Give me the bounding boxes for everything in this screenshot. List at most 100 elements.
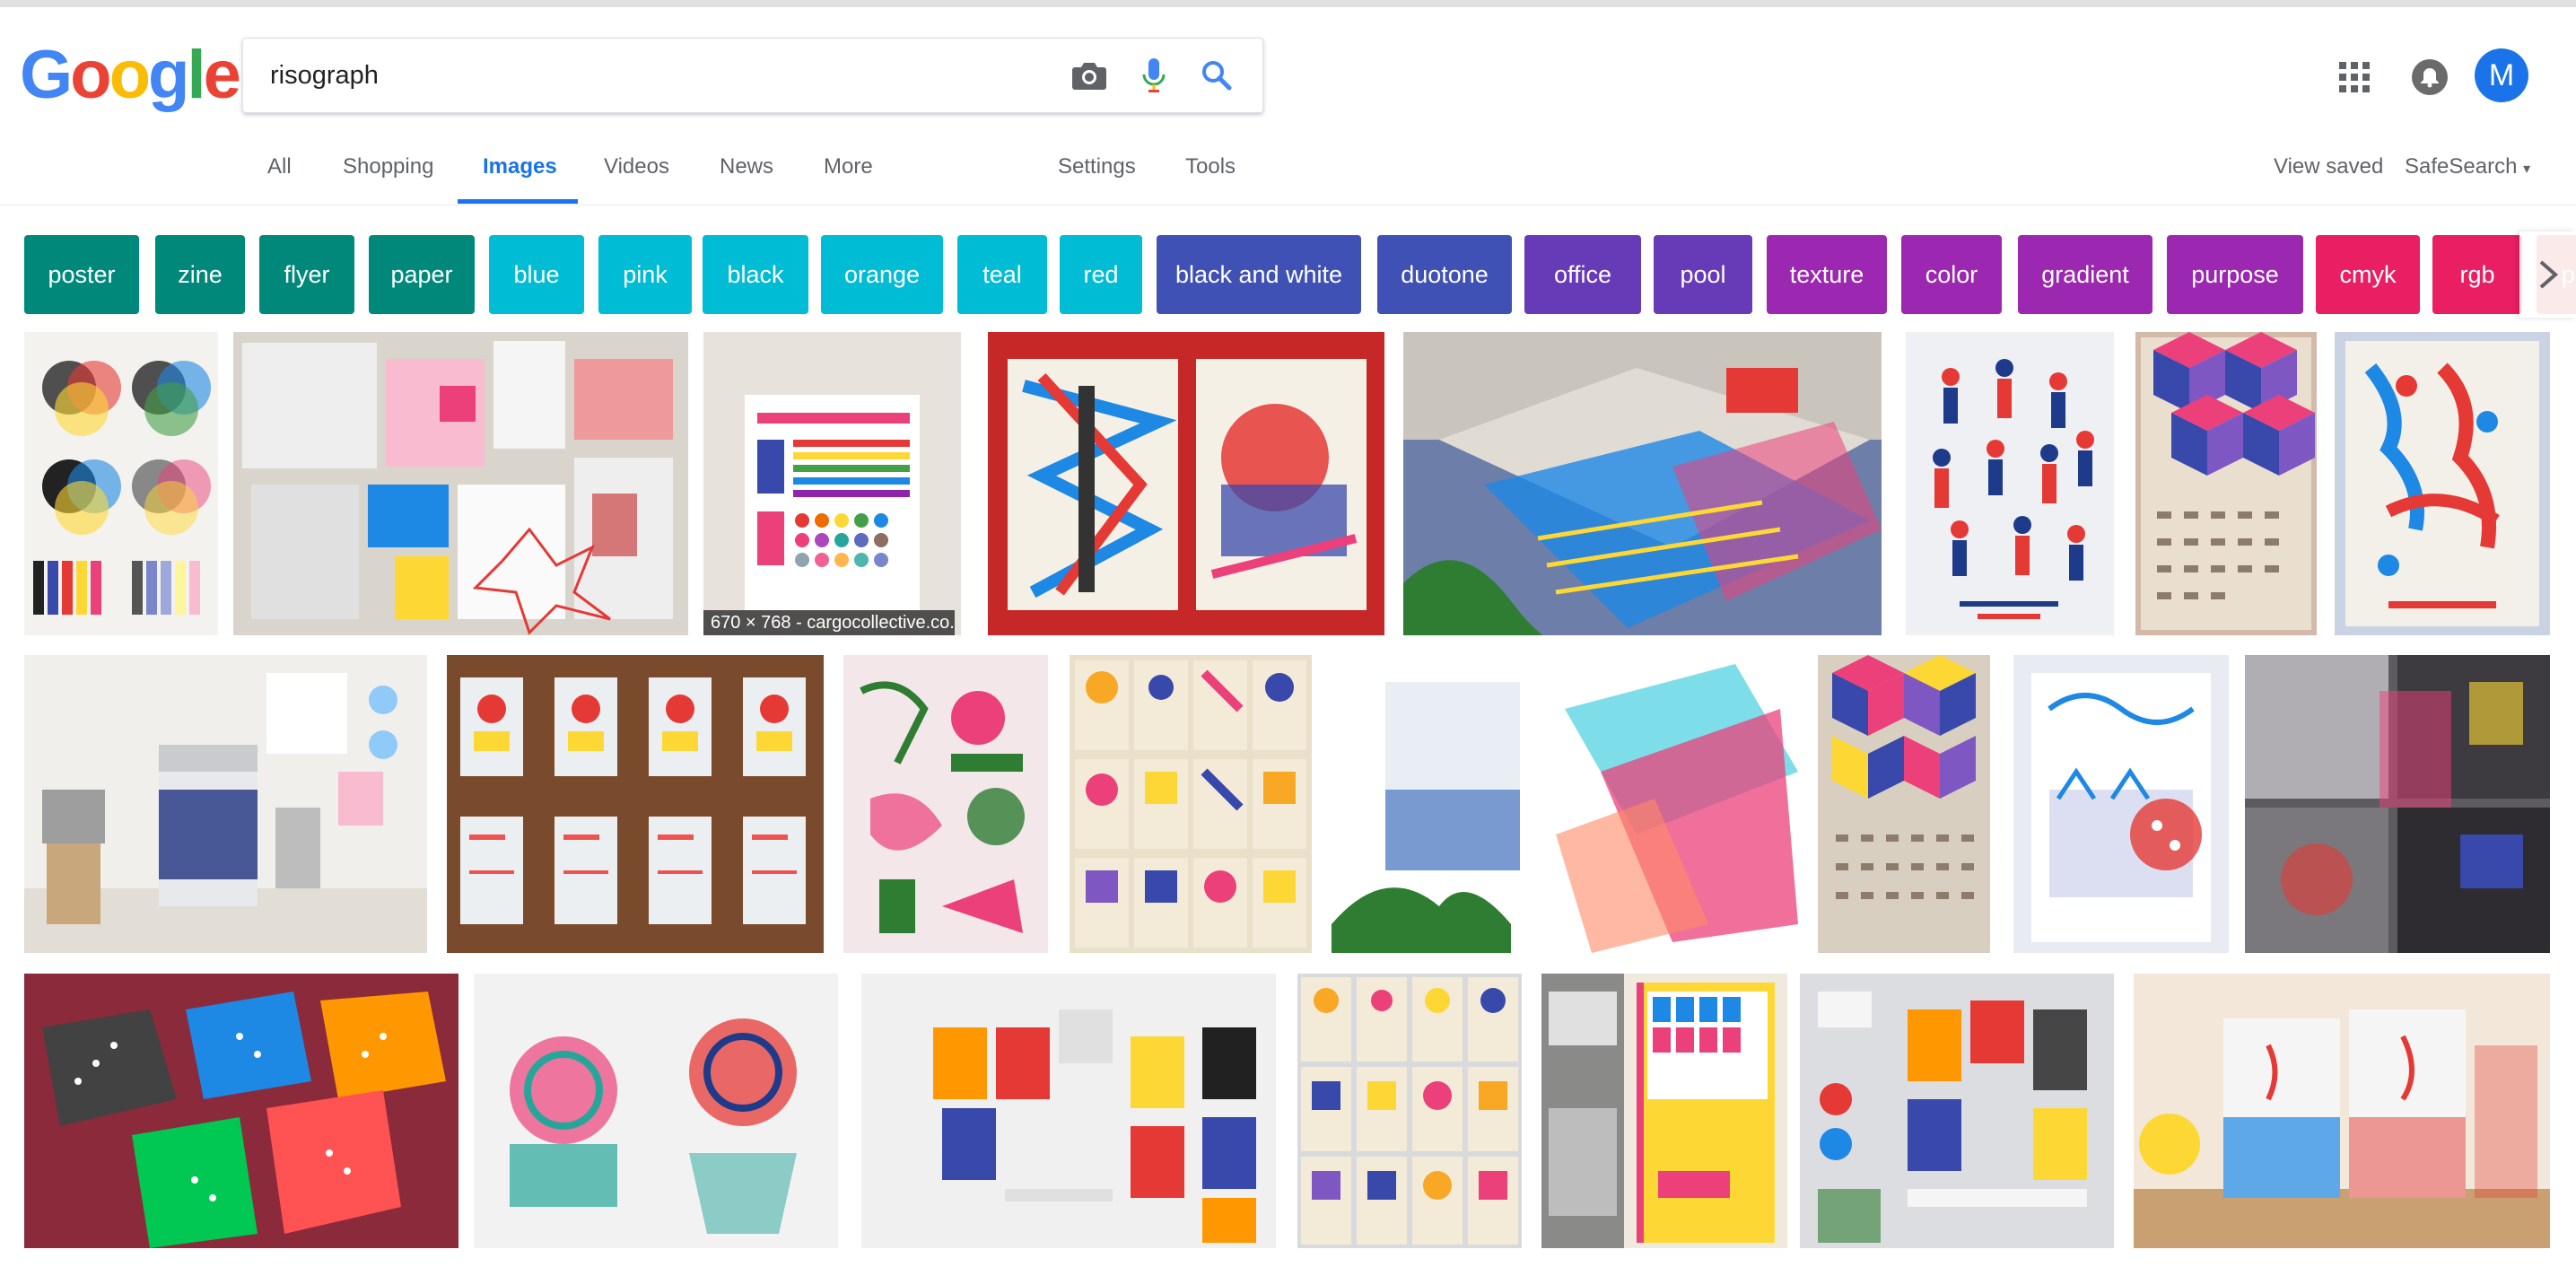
avatar[interactable]: M — [2475, 48, 2528, 102]
result-thumbnail — [24, 655, 427, 953]
chip[interactable]: red — [1060, 235, 1142, 314]
image-result[interactable] — [1800, 974, 2114, 1248]
chip[interactable]: flyer — [259, 235, 354, 314]
chip[interactable]: teal — [957, 235, 1047, 314]
image-size-caption: 670 × 768 - cargocollective.co... — [703, 610, 955, 635]
tab-news[interactable]: News — [720, 154, 773, 179]
result-thumbnail — [474, 974, 838, 1248]
bell-icon[interactable] — [2412, 59, 2448, 95]
image-result[interactable] — [1818, 655, 1990, 953]
image-result[interactable] — [2245, 655, 2550, 953]
chip-label: pink — [623, 260, 668, 288]
tab-shopping[interactable]: Shopping — [343, 154, 433, 179]
chip-label: duotone — [1401, 260, 1489, 288]
result-thumbnail — [1800, 974, 2114, 1248]
logo-letter: o — [70, 37, 111, 113]
image-result[interactable] — [24, 332, 218, 635]
chip[interactable]: texture — [1767, 235, 1887, 314]
active-tab-indicator — [458, 199, 578, 204]
chip[interactable]: color — [1901, 235, 2002, 314]
logo-letter: l — [187, 37, 205, 113]
result-thumbnail — [2335, 332, 2550, 635]
chip[interactable]: office — [1524, 235, 1641, 314]
chip-label: paper — [390, 260, 453, 288]
safesearch-menu[interactable]: SafeSearch ▾ — [2405, 154, 2530, 179]
result-thumbnail — [1541, 974, 1787, 1248]
chip[interactable]: pink — [598, 235, 692, 314]
safesearch-label: SafeSearch — [2405, 154, 2518, 179]
google-logo[interactable]: Google — [20, 36, 241, 114]
chip-label: cmyk — [2339, 260, 2397, 288]
chip[interactable]: rgb — [2432, 235, 2522, 314]
chip[interactable]: gradient — [2018, 235, 2152, 314]
logo-letter: e — [203, 37, 241, 113]
image-result[interactable] — [233, 332, 688, 635]
image-result[interactable]: 670 × 768 - cargocollective.co... — [703, 332, 961, 635]
chip[interactable]: black — [703, 235, 808, 314]
tab-tools[interactable]: Tools — [1185, 154, 1236, 179]
chip[interactable]: paper — [369, 235, 475, 314]
search-icon[interactable] — [1196, 55, 1237, 96]
result-thumbnail — [2245, 655, 2550, 953]
chip[interactable]: cmyk — [2316, 235, 2420, 314]
tab-all[interactable]: All — [267, 154, 292, 179]
logo-letter: o — [109, 37, 151, 113]
result-thumbnail — [861, 974, 1276, 1248]
view-saved-link[interactable]: View saved — [2274, 154, 2383, 179]
tab-videos[interactable]: Videos — [604, 154, 669, 179]
image-result[interactable] — [24, 655, 427, 953]
result-thumbnail — [703, 332, 961, 635]
search-tabs-bar: All Shopping Images Videos News More Set… — [0, 135, 2576, 205]
chip-label: pool — [1680, 260, 1726, 288]
image-result[interactable] — [2013, 655, 2229, 953]
apps-grid-icon[interactable] — [2338, 61, 2371, 93]
image-result[interactable] — [1906, 332, 2114, 635]
chip[interactable]: orange — [821, 235, 943, 314]
image-result[interactable] — [1541, 974, 1787, 1248]
image-result[interactable] — [2135, 332, 2317, 635]
chip[interactable]: black and white — [1157, 235, 1361, 314]
image-result[interactable] — [447, 655, 824, 953]
image-result[interactable] — [24, 974, 458, 1248]
result-thumbnail — [1403, 332, 1882, 635]
chip[interactable]: purpose — [2167, 235, 2303, 314]
chip[interactable]: poster — [24, 235, 139, 314]
chip[interactable]: pool — [1654, 235, 1752, 314]
result-thumbnail — [2135, 332, 2317, 635]
result-thumbnail — [2134, 974, 2550, 1248]
image-result[interactable] — [861, 974, 1276, 1248]
result-thumbnail — [233, 332, 688, 635]
logo-letter: g — [148, 37, 189, 113]
chip-label: texture — [1789, 260, 1864, 288]
chip-label: red — [1083, 260, 1119, 288]
result-thumbnail — [24, 974, 458, 1248]
avatar-letter: M — [2488, 57, 2515, 92]
tab-settings[interactable]: Settings — [1058, 154, 1136, 179]
image-result[interactable] — [1070, 655, 1312, 953]
image-result[interactable] — [1403, 332, 1882, 635]
mic-icon[interactable] — [1133, 55, 1174, 96]
image-result[interactable] — [2335, 332, 2550, 635]
camera-icon[interactable] — [1069, 55, 1110, 96]
tab-images[interactable]: Images — [483, 154, 557, 179]
chevron-right-icon[interactable] — [2519, 232, 2576, 318]
chip[interactable]: zine — [155, 235, 245, 314]
chip[interactable]: blue — [489, 235, 584, 314]
image-result[interactable] — [1332, 655, 1798, 953]
chip-label: gradient — [2041, 260, 2129, 288]
image-result[interactable] — [843, 655, 1048, 953]
search-input[interactable] — [268, 51, 1043, 100]
chip[interactable]: duotone — [1377, 235, 1512, 314]
browser-top-edge — [0, 0, 2576, 7]
chip-label: purpose — [2191, 260, 2279, 288]
result-thumbnail — [1297, 974, 1522, 1248]
image-result[interactable] — [474, 974, 838, 1248]
image-result[interactable] — [1297, 974, 1522, 1248]
result-thumbnail — [843, 655, 1048, 953]
image-result[interactable] — [2134, 974, 2550, 1248]
result-thumbnail — [24, 332, 218, 635]
chip-label: black and white — [1174, 260, 1343, 288]
tab-more[interactable]: More — [824, 154, 873, 179]
image-result[interactable] — [988, 332, 1384, 635]
result-thumbnail — [1818, 655, 1990, 953]
